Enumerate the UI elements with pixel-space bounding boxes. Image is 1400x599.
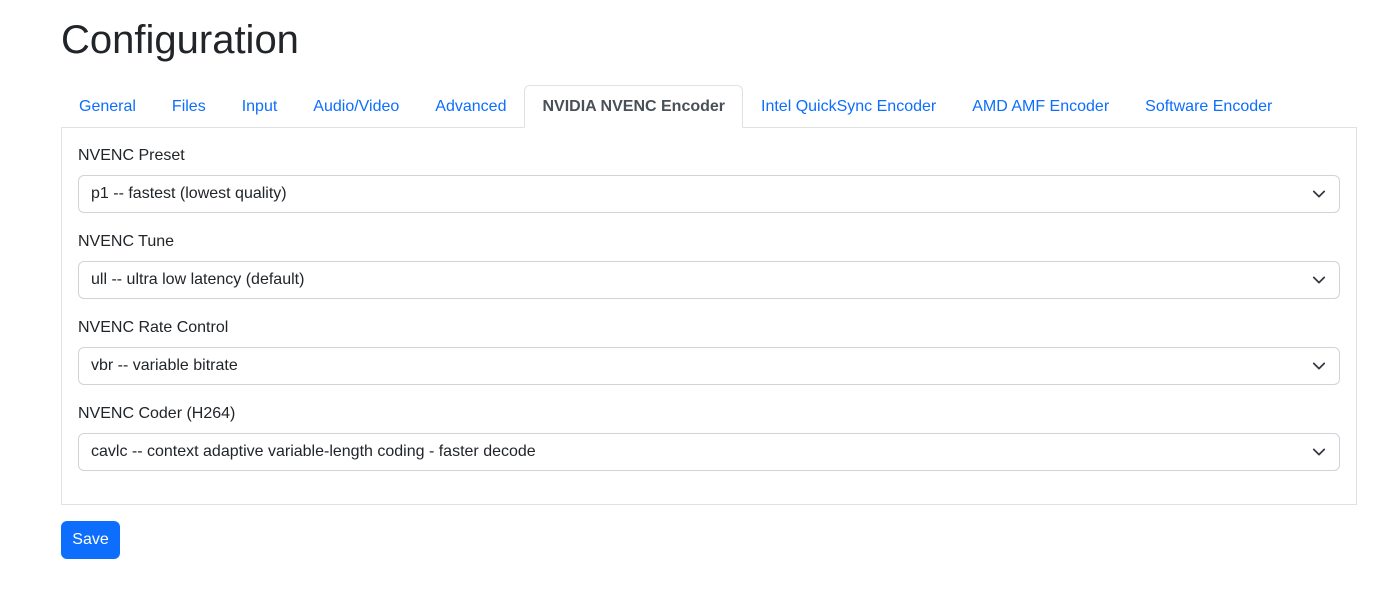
nvenc-preset-label: NVENC Preset [78, 147, 185, 164]
tab-files[interactable]: Files [154, 85, 224, 128]
nvenc-preset-select[interactable]: p1 -- fastest (lowest quality) [78, 175, 1340, 213]
nvenc-preset-field: NVENC Preset p1 -- fastest (lowest quali… [78, 146, 1340, 213]
page-title: Configuration [61, 18, 299, 62]
tab-input[interactable]: Input [224, 85, 296, 128]
tab-audio-video[interactable]: Audio/Video [295, 85, 417, 128]
nvenc-coder-label: NVENC Coder (H264) [78, 405, 236, 422]
tab-nvidia-nvenc-encoder[interactable]: NVIDIA NVENC Encoder [524, 85, 744, 128]
tab-software-encoder[interactable]: Software Encoder [1127, 85, 1290, 128]
nvenc-rate-control-label: NVENC Rate Control [78, 319, 229, 336]
tab-advanced[interactable]: Advanced [417, 85, 524, 128]
nvenc-coder-field: NVENC Coder (H264) cavlc -- context adap… [78, 404, 1340, 471]
tab-amd-amf-encoder[interactable]: AMD AMF Encoder [954, 85, 1127, 128]
nvenc-coder-select[interactable]: cavlc -- context adaptive variable-lengt… [78, 433, 1340, 471]
nvenc-rate-control-select[interactable]: vbr -- variable bitrate [78, 347, 1340, 385]
nvenc-coder-value: cavlc -- context adaptive variable-lengt… [91, 443, 536, 460]
chevron-down-icon [1312, 276, 1326, 284]
chevron-down-icon [1312, 362, 1326, 370]
tab-intel-quicksync-encoder[interactable]: Intel QuickSync Encoder [743, 85, 954, 128]
save-button[interactable]: Save [61, 521, 120, 559]
nvenc-preset-value: p1 -- fastest (lowest quality) [91, 185, 287, 202]
config-tabs: General Files Input Audio/Video Advanced… [61, 85, 1357, 128]
nvenc-settings-panel: NVENC Preset p1 -- fastest (lowest quali… [61, 127, 1357, 505]
nvenc-rate-control-field: NVENC Rate Control vbr -- variable bitra… [78, 318, 1340, 385]
nvenc-tune-field: NVENC Tune ull -- ultra low latency (def… [78, 232, 1340, 299]
nvenc-tune-select[interactable]: ull -- ultra low latency (default) [78, 261, 1340, 299]
chevron-down-icon [1312, 190, 1326, 198]
tab-general[interactable]: General [61, 85, 154, 128]
chevron-down-icon [1312, 448, 1326, 456]
nvenc-tune-value: ull -- ultra low latency (default) [91, 271, 305, 288]
nvenc-tune-label: NVENC Tune [78, 233, 175, 250]
nvenc-rate-control-value: vbr -- variable bitrate [91, 357, 238, 374]
